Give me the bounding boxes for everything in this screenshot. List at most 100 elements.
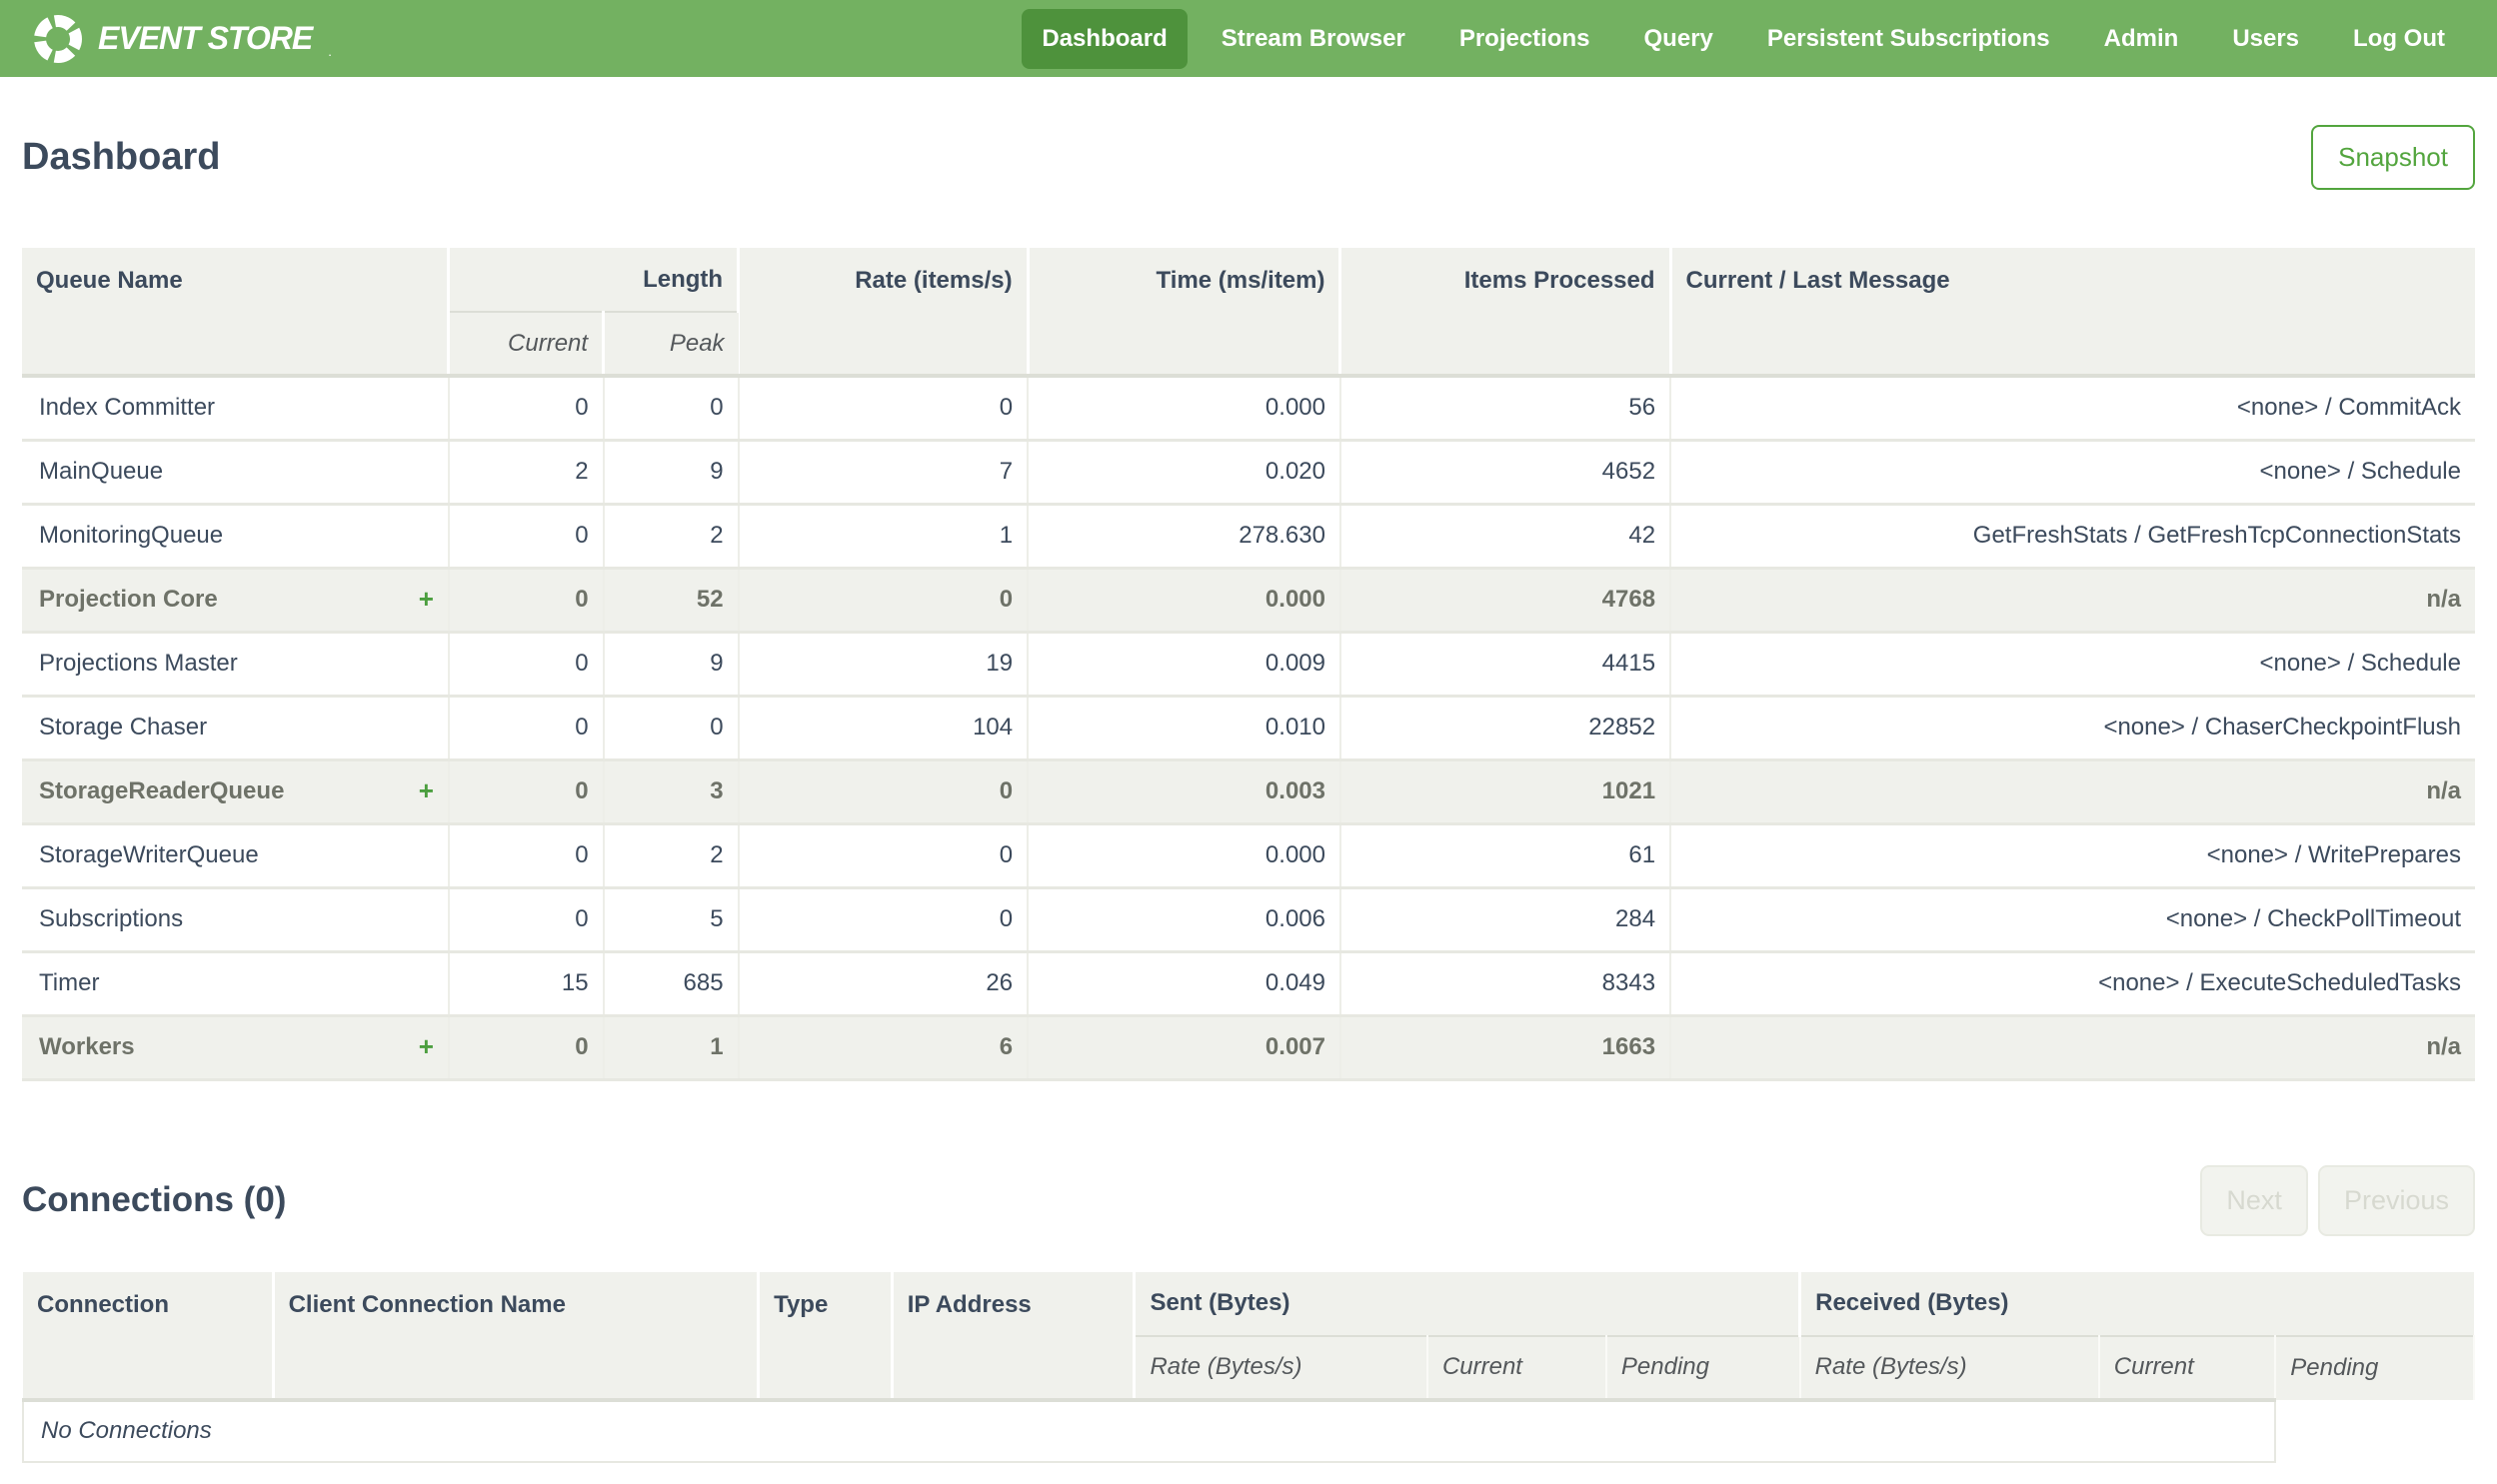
header-items-processed: Items Processed [1339,248,1672,376]
message-cell: <none> / WritePrepares [1670,821,2475,887]
message-cell: <none> / CommitAck [1670,374,2475,440]
rate-cell: 7 [738,438,1030,504]
message-cell: n/a [1670,1013,2475,1081]
length-current-cell: 0 [448,566,605,632]
connections-table: Connection Client Connection Name Type I… [21,1271,2475,1463]
expand-icon[interactable]: + [419,777,434,803]
table-row: Workers +0 1 6 0.007 1663 n/a [22,1013,2475,1081]
header-length: Length [448,248,741,312]
header-received-current: Current [2098,1334,2277,1400]
nav-item-dashboard[interactable]: Dashboard [1022,8,1188,69]
navbar: EVENT STORE . Dashboard Stream Browser Pro… [0,0,2497,77]
table-row: Projection Core +0 52 0 0.000 4768 n/a [22,566,2475,632]
time-cell: 278.630 [1028,502,1341,568]
nav-item-persistent-subscriptions[interactable]: Persistent Subscriptions [1747,9,2070,69]
connections-table-header: Connection Client Connection Name Type I… [23,1271,2475,1400]
length-peak-cell: 1 [603,1013,740,1081]
time-cell: 0.006 [1028,885,1341,951]
length-peak-cell: 9 [603,630,740,696]
snapshot-button[interactable]: Snapshot [2311,125,2475,190]
time-cell: 0.007 [1028,1013,1341,1081]
message-cell: <none> / Schedule [1670,438,2475,504]
previous-button[interactable]: Previous [2317,1164,2475,1236]
nav-item-admin[interactable]: Admin [2084,9,2199,69]
queue-name-cell: StorageReaderQueue + [22,757,450,823]
header-length-peak: Peak [603,311,739,376]
brand-trademark-dot: . [328,43,332,59]
header-ip-address: IP Address [892,1271,1137,1400]
event-store-logo-icon [33,14,82,63]
message-cell: n/a [1670,757,2475,823]
items-processed-cell: 56 [1339,374,1672,440]
header-client-connection-name: Client Connection Name [273,1271,761,1400]
expand-icon[interactable]: + [419,1033,434,1059]
nav-item-projections[interactable]: Projections [1439,9,1610,69]
length-current-cell: 0 [448,630,605,696]
main-content: Dashboard Snapshot Queue Name Length Rat… [0,125,2497,1463]
nav-item-users[interactable]: Users [2212,9,2319,69]
page-title: Dashboard [22,136,221,178]
rate-cell: 6 [738,1013,1030,1081]
length-current-cell: 0 [448,502,605,568]
header-sent-current: Current [1426,1334,1607,1400]
header-queue-name: Queue Name [22,248,451,376]
items-processed-cell: 1663 [1339,1013,1672,1081]
table-row: MainQueue 2 9 7 0.020 4652 <none> / Schedule [22,438,2475,504]
length-current-cell: 15 [448,949,605,1015]
length-current-cell: 0 [448,374,605,440]
header-message: Current / Last Message [1670,248,2475,376]
nav-item-log-out[interactable]: Log Out [2333,9,2465,69]
items-processed-cell: 4652 [1339,438,1672,504]
brand-name: EVENT STORE [98,20,313,56]
length-peak-cell: 52 [603,566,740,632]
connections-title: Connections (0) [22,1180,287,1219]
header-sent-pending: Pending [1605,1334,1801,1400]
length-peak-cell: 3 [603,757,740,823]
rate-cell: 26 [738,949,1030,1015]
time-cell: 0.000 [1028,374,1341,440]
queue-name-cell: Projection Core + [22,566,450,632]
message-cell: GetFreshStats / GetFreshTcpConnectionSta… [1670,502,2475,568]
expand-icon[interactable]: + [419,586,434,612]
nav-item-query[interactable]: Query [1624,9,1733,69]
table-row: Storage Chaser 0 0 104 0.010 22852 <none> / Ch… [22,694,2475,759]
no-connections-cell: No Connections [21,1397,2277,1463]
length-peak-cell: 0 [603,694,740,759]
table-row: No Connections [21,1397,2474,1463]
table-row: StorageWriterQueue 0 2 0 0.000 61 <none> / Wri… [22,821,2475,887]
length-peak-cell: 2 [603,821,740,887]
message-cell: n/a [1670,566,2475,632]
header-received-bytes: Received (Bytes) [1799,1271,2474,1336]
brand-logo[interactable]: EVENT STORE . [32,13,332,65]
items-processed-cell: 8343 [1339,949,1672,1015]
page-header: Dashboard Snapshot [22,125,2475,190]
rate-cell: 19 [738,630,1030,696]
rate-cell: 1 [738,502,1030,568]
rate-cell: 0 [738,757,1030,823]
message-cell: <none> / CheckPollTimeout [1670,885,2475,951]
next-button[interactable]: Next [2200,1164,2308,1236]
items-processed-cell: 1021 [1339,757,1672,823]
header-received-rate: Rate (Bytes/s) [1799,1334,2100,1400]
queues-table-header: Queue Name Length Rate (items/s) Time (m… [22,248,2475,376]
length-peak-cell: 0 [603,374,740,440]
items-processed-cell: 4415 [1339,630,1672,696]
time-cell: 0.020 [1028,438,1341,504]
length-peak-cell: 685 [603,949,740,1015]
queue-name-cell: Index Committer [22,374,450,440]
length-peak-cell: 2 [603,502,740,568]
length-peak-cell: 9 [603,438,740,504]
table-row: Subscriptions 0 5 0 0.006 284 <none> / CheckPo… [22,885,2475,951]
header-rate: Rate (items/s) [738,248,1030,376]
time-cell: 0.003 [1028,757,1341,823]
rate-cell: 104 [738,694,1030,759]
table-row: Index Committer 0 0 0 0.000 56 <none> / Commit… [22,374,2475,440]
queue-name-cell: Workers + [22,1013,450,1081]
header-received-pending: Pending [2275,1334,2475,1400]
rate-cell: 0 [738,374,1030,440]
header-sent-rate: Rate (Bytes/s) [1134,1334,1428,1400]
queue-name-cell: StorageWriterQueue [22,821,450,887]
table-row: MonitoringQueue 0 2 1 278.630 42 GetFreshStats… [22,502,2475,568]
queue-name-cell: Subscriptions [22,885,450,951]
nav-item-stream-browser[interactable]: Stream Browser [1202,9,1425,69]
